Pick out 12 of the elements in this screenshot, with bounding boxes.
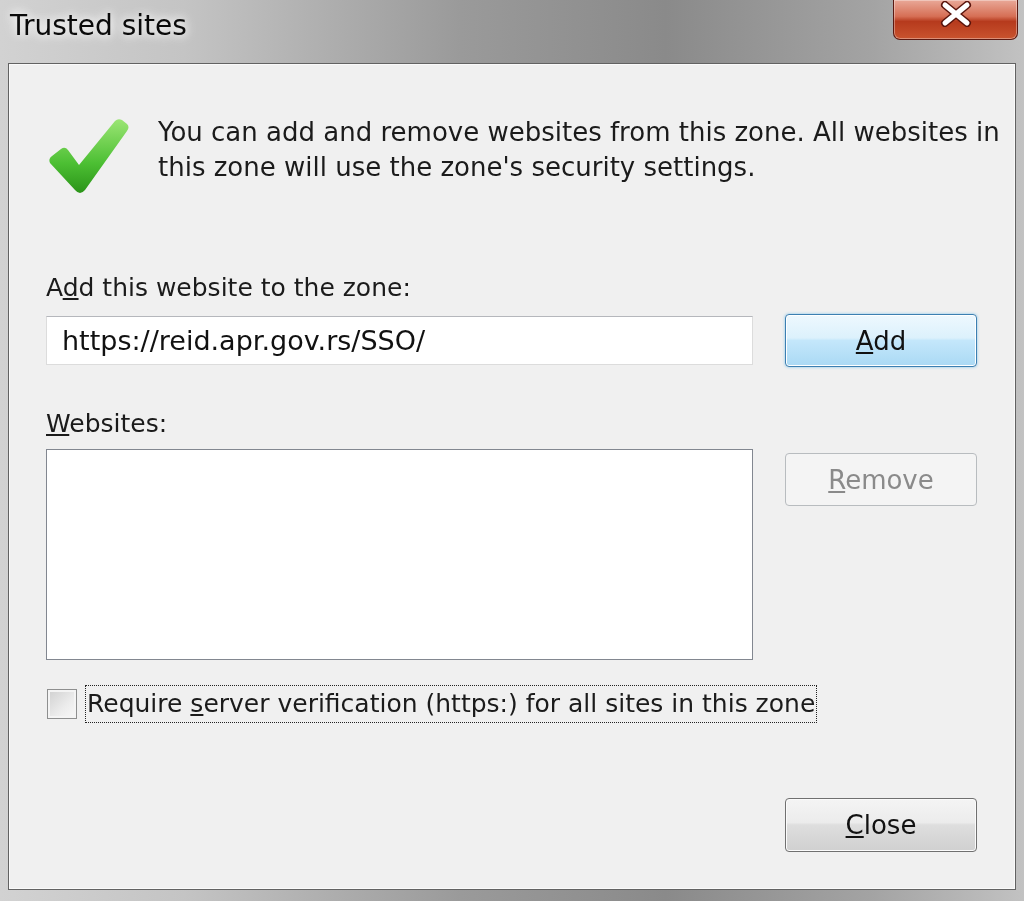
message-text: You can add and remove websites from this zone. All websites in this zone will use the zone's security settings.: [158, 116, 1001, 184]
url-input-field[interactable]: https://reid.apr.gov.rs/SSO/: [46, 316, 753, 365]
close-button[interactable]: Close: [785, 798, 977, 852]
checkbox-label[interactable]: Require server verification (https:) for all sites in this zone: [85, 685, 818, 723]
field-label: Add this website to the zone:: [46, 273, 411, 303]
window-close-button[interactable]: [893, 0, 1018, 40]
close-icon: [938, 1, 973, 27]
list-label: Websites:: [46, 409, 168, 439]
checkbox[interactable]: [47, 689, 77, 719]
add-button[interactable]: Add: [785, 314, 977, 367]
checkmark-icon: [48, 118, 130, 196]
window-title: Trusted sites: [10, 8, 187, 44]
